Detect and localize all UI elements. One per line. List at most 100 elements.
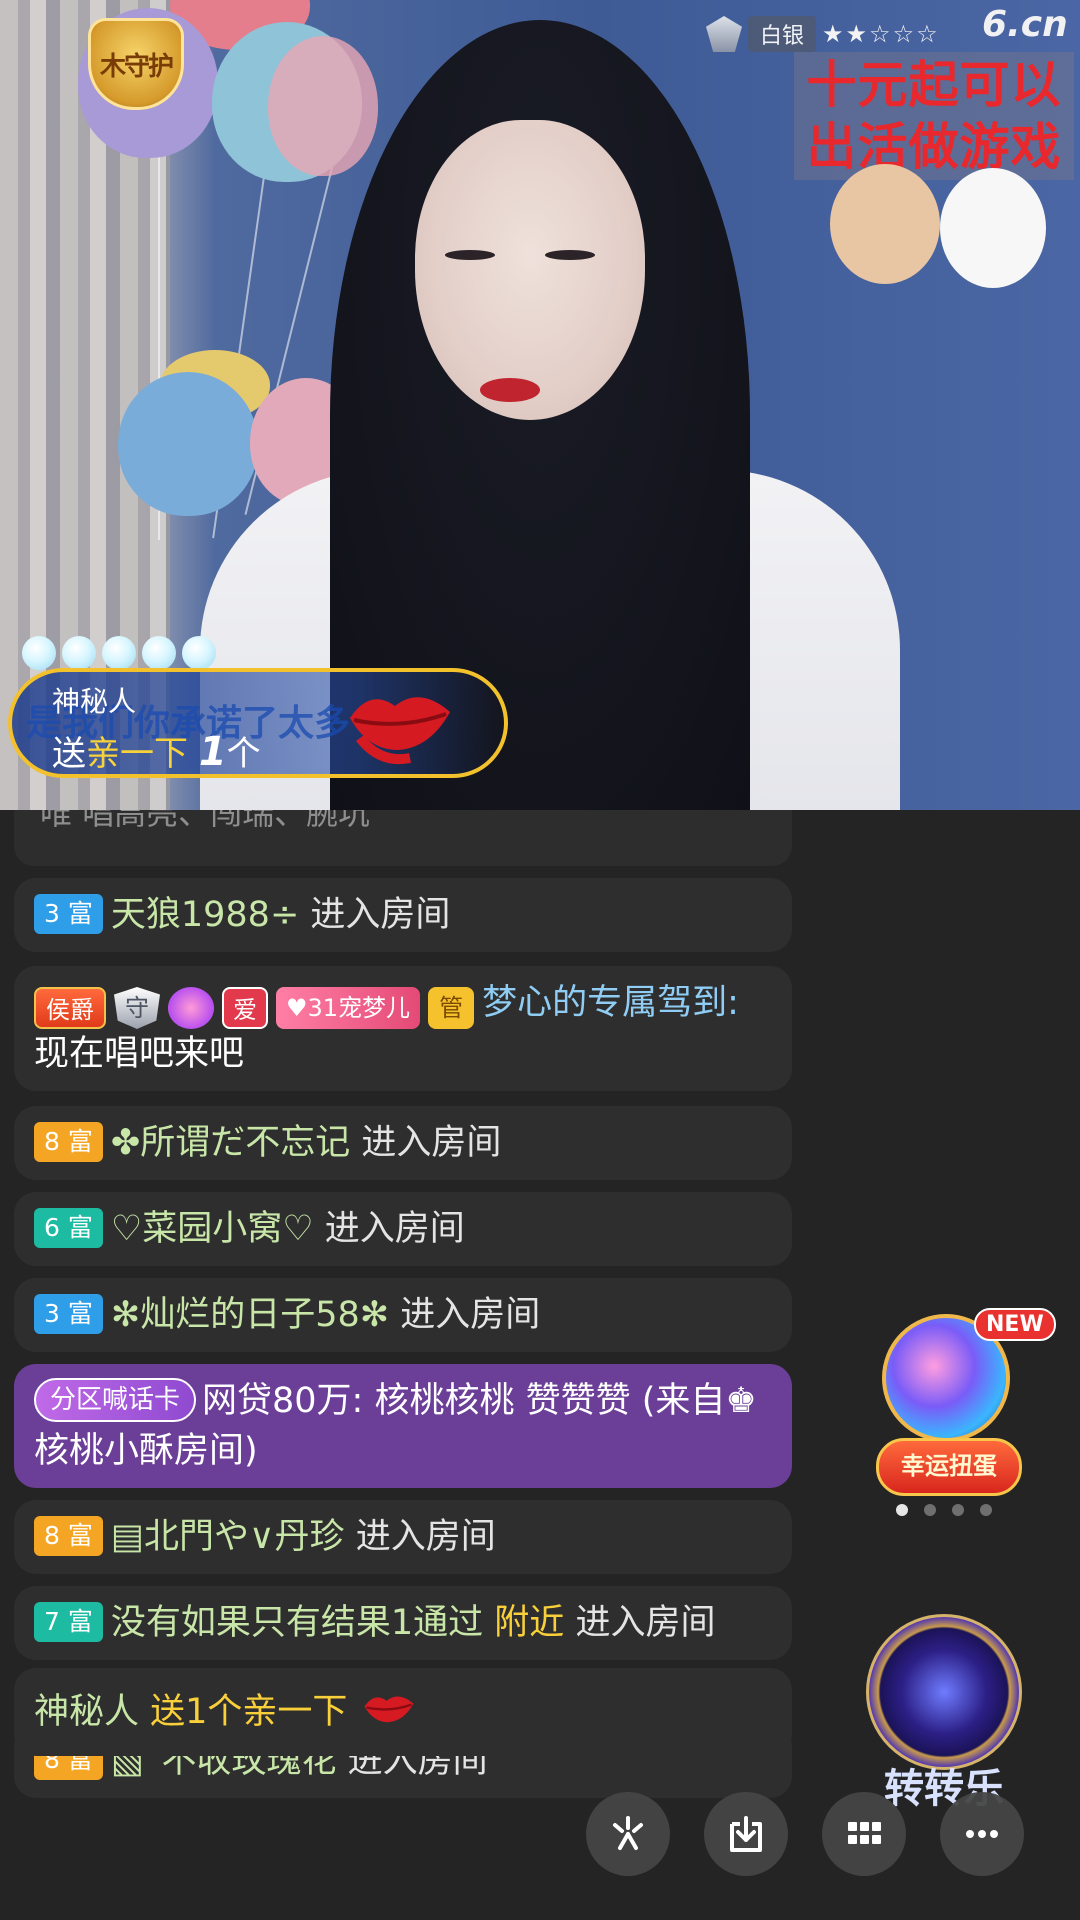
bear-sticker-icon bbox=[830, 164, 940, 284]
chat-username[interactable]: ▤北門や∨丹珍 bbox=[111, 1517, 345, 1557]
admin-badge: 管 bbox=[428, 987, 475, 1029]
level-suffix: 富 bbox=[67, 1607, 93, 1636]
page-dot[interactable] bbox=[896, 1504, 908, 1516]
gift-name: 亲一下 bbox=[86, 734, 188, 774]
promo-sign: 十元起可以 出活做游戏 bbox=[794, 52, 1074, 180]
wealth-level-badge: 3 富 bbox=[34, 1294, 103, 1334]
sparkle-icon bbox=[613, 1816, 643, 1850]
chat-message-enter[interactable]: 6 富 ♡菜园小窝♡ 进入房间 bbox=[14, 1192, 792, 1266]
streamer-eye bbox=[545, 250, 595, 260]
chat-message-system[interactable]: 分区喊话卡 网贷80万: 核桃核桃 赞赞赞 (来自♚核桃小酥房间) bbox=[14, 1364, 792, 1488]
wealth-level-badge: 8 富 bbox=[34, 1122, 103, 1162]
page-dot[interactable] bbox=[924, 1504, 936, 1516]
capsule-label: 幸运扭蛋 bbox=[876, 1438, 1022, 1496]
grid-icon bbox=[848, 1822, 881, 1844]
pet-badge: ♥31宠梦儿 bbox=[276, 987, 421, 1029]
anchor-rank[interactable]: 白银 ★★☆☆☆ bbox=[706, 14, 940, 54]
level-number: 8 bbox=[44, 1521, 60, 1550]
enter-room-text: 进入房间 bbox=[310, 895, 451, 935]
gift-send-word: 送 bbox=[52, 734, 86, 774]
level-suffix: 富 bbox=[67, 1213, 93, 1242]
download-icon bbox=[730, 1816, 762, 1852]
enter-room-text: 进入房间 bbox=[324, 1209, 465, 1249]
page-dot[interactable] bbox=[980, 1504, 992, 1516]
lucky-capsule-widget[interactable]: NEW 幸运扭蛋 bbox=[876, 1308, 1056, 1496]
enter-room-text: 进入房间 bbox=[361, 1123, 502, 1163]
bubble-icon bbox=[102, 636, 136, 670]
level-suffix: 富 bbox=[67, 899, 93, 928]
streamer-face bbox=[415, 120, 645, 420]
page-dot[interactable] bbox=[952, 1504, 964, 1516]
new-badge: NEW bbox=[974, 1308, 1056, 1341]
spin-wheel-icon bbox=[866, 1614, 1022, 1770]
gift-sender: 神秘人 bbox=[52, 685, 137, 718]
gift-text: 送1个亲一下 bbox=[150, 1692, 348, 1732]
shout-card-tag[interactable]: 分区喊话卡 bbox=[34, 1378, 197, 1422]
kiss-lips-icon bbox=[364, 1696, 414, 1723]
rank-label: 白银 bbox=[748, 16, 817, 52]
vip-badges: 侯爵 守 爱 ♥31宠梦儿 管 bbox=[34, 987, 475, 1029]
bubble-icon bbox=[22, 636, 56, 670]
heart-gem-icon bbox=[168, 987, 214, 1029]
chat-username[interactable]: ✤所谓だ不忘记 bbox=[111, 1123, 350, 1163]
chat-username[interactable]: ✻灿烂的日子58✻ bbox=[111, 1295, 389, 1335]
guard-badge-text: 木守护 bbox=[99, 51, 174, 82]
promo-line: 出活做游戏 bbox=[806, 117, 1062, 176]
chat-message-enter[interactable]: 3 富天狼1988÷ 进入房间 bbox=[14, 878, 792, 952]
love-badge: 爱 bbox=[222, 987, 268, 1029]
effects-button[interactable] bbox=[586, 1792, 670, 1876]
gift-line: 送亲一下 1个 bbox=[52, 726, 261, 775]
chat-username[interactable]: 神秘人 bbox=[34, 1692, 139, 1732]
pet-name: 宠梦儿 bbox=[338, 994, 411, 1022]
chat-username[interactable]: 梦心的专属驾到: bbox=[482, 983, 739, 1023]
level-number: 8 bbox=[44, 1127, 60, 1156]
level-number: 3 bbox=[44, 1299, 60, 1328]
level-number: 7 bbox=[44, 1607, 60, 1636]
bubble-row bbox=[22, 636, 216, 670]
nearby-tag: 附近 bbox=[494, 1603, 565, 1643]
chat-username[interactable]: 没有如果只有结果1通过 bbox=[111, 1603, 483, 1643]
kiss-lips-icon bbox=[350, 697, 450, 764]
wealth-level-badge: 6 富 bbox=[34, 1208, 103, 1248]
chat-text: 现在唱吧来吧 bbox=[34, 1034, 245, 1074]
chat-username[interactable]: ♡菜园小窝♡ bbox=[111, 1209, 314, 1249]
streamer-eye bbox=[445, 250, 495, 260]
more-icon bbox=[966, 1830, 998, 1838]
duke-badge: 侯爵 bbox=[34, 987, 106, 1029]
level-suffix: 富 bbox=[67, 1299, 93, 1328]
chat-message-vip[interactable]: 侯爵 守 爱 ♥31宠梦儿 管 梦心的专属驾到: 现在唱吧来吧 bbox=[14, 966, 792, 1091]
chat-message-enter[interactable]: 3 富 ✻灿烂的日子58✻ 进入房间 bbox=[14, 1278, 792, 1352]
level-suffix: 富 bbox=[67, 1127, 93, 1156]
more-button[interactable] bbox=[940, 1792, 1024, 1876]
bubble-icon bbox=[142, 636, 176, 670]
wealth-level-badge: 3 富 bbox=[34, 894, 103, 934]
wealth-level-badge: 8 富 bbox=[34, 1516, 103, 1556]
bubble-icon bbox=[182, 636, 216, 670]
chat-message-gift[interactable]: 神秘人 送1个亲一下 bbox=[14, 1668, 792, 1756]
chat-message-cutoff: 唯 唱高亮、闯瑞、腕坑 bbox=[14, 810, 792, 866]
guard-badge-icon[interactable]: 木守护 bbox=[88, 18, 184, 110]
streamer-lips bbox=[480, 378, 540, 402]
level-suffix: 富 bbox=[67, 1521, 93, 1550]
download-button[interactable] bbox=[704, 1792, 788, 1876]
apps-button[interactable] bbox=[822, 1792, 906, 1876]
live-video[interactable]: 木守护 白银 ★★☆☆☆ 6.cn 十元起可以 出活做游戏 是我们你承诺了太多 … bbox=[0, 0, 1080, 810]
chat-message-enter[interactable]: 7 富没有如果只有结果1通过 附近 进入房间 bbox=[14, 1586, 792, 1660]
balloon bbox=[118, 372, 258, 516]
level-number: 6 bbox=[44, 1213, 60, 1242]
chat-message-enter[interactable]: 8 富 ✤所谓だ不忘记 进入房间 bbox=[14, 1106, 792, 1180]
rank-shield-icon bbox=[706, 16, 742, 52]
cutoff-text: 唯 唱高亮、闯瑞、腕坑 bbox=[40, 810, 371, 832]
rank-stars: ★★☆☆☆ bbox=[822, 20, 940, 48]
balloon bbox=[268, 36, 378, 176]
guard-badge: 守 bbox=[114, 987, 160, 1029]
bubble-icon bbox=[62, 636, 96, 670]
chat-username[interactable]: 天狼1988÷ bbox=[111, 895, 299, 935]
widget-page-dots[interactable] bbox=[896, 1504, 992, 1516]
wealth-level-badge: 7 富 bbox=[34, 1602, 103, 1642]
pet-level: 31 bbox=[307, 994, 339, 1022]
gift-count: 1 bbox=[198, 729, 227, 775]
promo-line: 十元起可以 bbox=[806, 55, 1062, 114]
chat-message-enter[interactable]: 8 富 ▤北門や∨丹珍 进入房间 bbox=[14, 1500, 792, 1574]
spin-wheel-widget[interactable]: 转转乐 bbox=[862, 1614, 1026, 1812]
